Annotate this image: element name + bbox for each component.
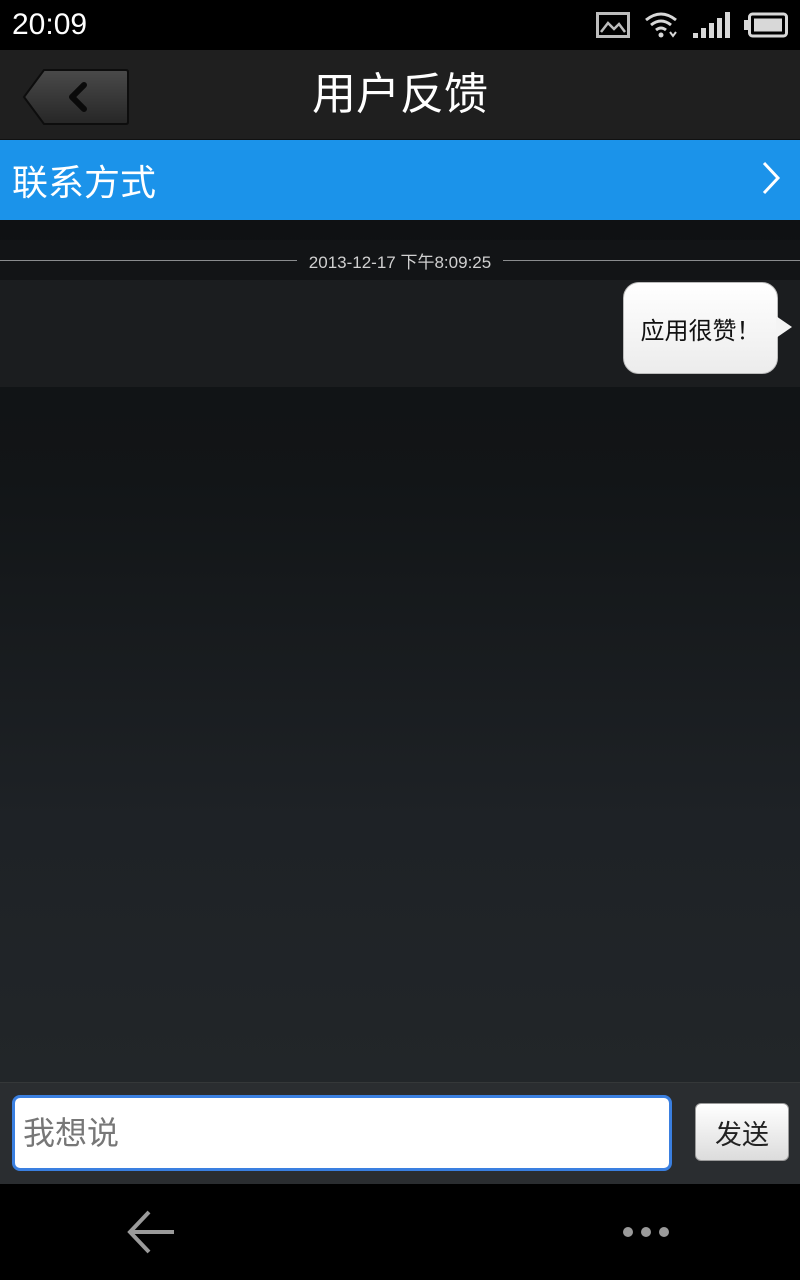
- send-button[interactable]: 发送: [695, 1103, 789, 1161]
- composer-bar: 发送: [0, 1082, 800, 1184]
- nav-back-button[interactable]: [124, 1206, 180, 1258]
- battery-icon: [744, 12, 788, 38]
- arrow-left-icon: [124, 1210, 180, 1262]
- message-timestamp: 2013-12-17 下午8:09:25: [308, 252, 492, 272]
- divider-line-right: [503, 259, 800, 261]
- timestamp-divider: 2013-12-17 下午8:09:25: [0, 240, 800, 280]
- image-notification-icon: [596, 11, 630, 39]
- more-dots-icon: [618, 1227, 674, 1254]
- chevron-left-icon: [22, 68, 130, 126]
- back-button[interactable]: [22, 68, 130, 126]
- status-icons: [596, 10, 788, 40]
- title-bar: 用户反馈: [0, 50, 800, 140]
- status-bar: 20:09: [0, 0, 800, 50]
- contact-row[interactable]: 联系方式: [0, 140, 800, 220]
- bubble-tail: [776, 316, 792, 338]
- signal-icon: [692, 11, 730, 39]
- navigation-bar: [0, 1184, 800, 1280]
- divider-line-left: [0, 259, 297, 261]
- chevron-right-icon: [760, 160, 782, 200]
- chat-area[interactable]: 2013-12-17 下午8:09:25 应用很赞！: [0, 220, 800, 1082]
- message-text: 应用很赞！: [640, 316, 761, 345]
- status-time: 20:09: [12, 8, 88, 41]
- message-bubble[interactable]: 应用很赞！: [623, 282, 778, 374]
- message-input[interactable]: [12, 1095, 672, 1171]
- wifi-icon: [644, 10, 678, 40]
- nav-more-button[interactable]: [618, 1214, 674, 1250]
- contact-label: 联系方式: [12, 163, 157, 204]
